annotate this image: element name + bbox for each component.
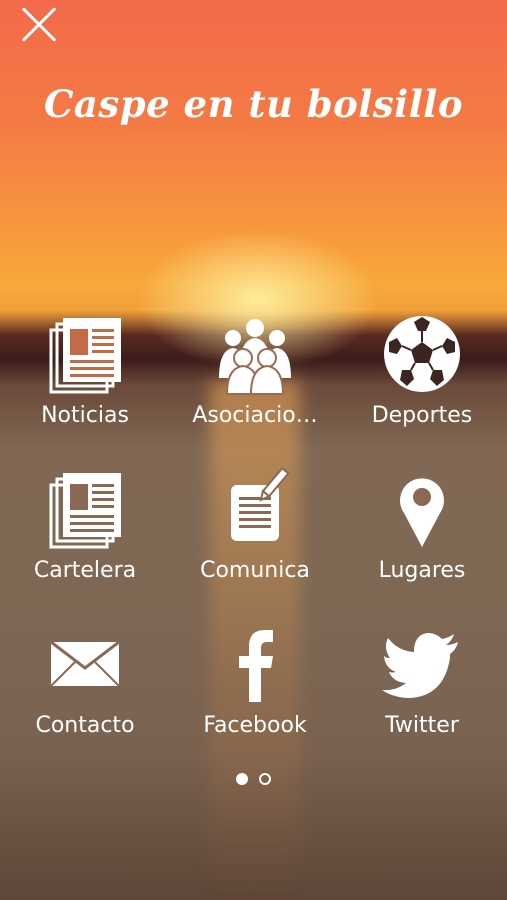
group-icon	[219, 319, 291, 395]
soccer-ball-icon	[384, 316, 460, 392]
close-icon[interactable]	[18, 5, 58, 45]
page-dot-active[interactable]	[235, 773, 248, 785]
menu-item-asociaciones[interactable]: Asociacio…	[170, 300, 340, 450]
menu-item-contacto[interactable]: Contacto	[0, 610, 170, 760]
menu-label: Lugares	[378, 558, 466, 583]
menu-label: Asociacio…	[192, 403, 318, 428]
envelope-icon	[50, 640, 120, 687]
menu-label: Comunica	[200, 558, 310, 583]
menu-item-noticias[interactable]: Noticias	[0, 300, 170, 450]
menu-item-lugares[interactable]: Lugares	[337, 455, 507, 605]
menu-label: Twitter	[385, 713, 459, 738]
newspaper-icon	[49, 318, 121, 394]
page-dot-inactive[interactable]	[259, 773, 272, 785]
map-pin-icon	[400, 478, 444, 547]
menu-label: Cartelera	[33, 558, 137, 583]
menu-label: Facebook	[203, 713, 307, 738]
menu-item-twitter[interactable]: Twitter	[337, 610, 507, 760]
menu-item-deportes[interactable]: Deportes	[337, 300, 507, 450]
twitter-bird-icon	[382, 633, 458, 698]
menu-label: Noticias	[41, 403, 129, 428]
note-pencil-icon	[231, 467, 290, 541]
facebook-icon	[239, 630, 273, 702]
menu-item-comunica[interactable]: Comunica	[170, 455, 340, 605]
app-title: Caspe en tu bolsillo	[43, 82, 464, 126]
page-indicator	[0, 770, 507, 789]
menu-label: Deportes	[371, 403, 473, 428]
newspaper-icon	[49, 473, 121, 549]
menu-item-cartelera[interactable]: Cartelera	[0, 455, 170, 605]
menu-label: Contacto	[35, 713, 135, 738]
menu-item-facebook[interactable]: Facebook	[170, 610, 340, 760]
